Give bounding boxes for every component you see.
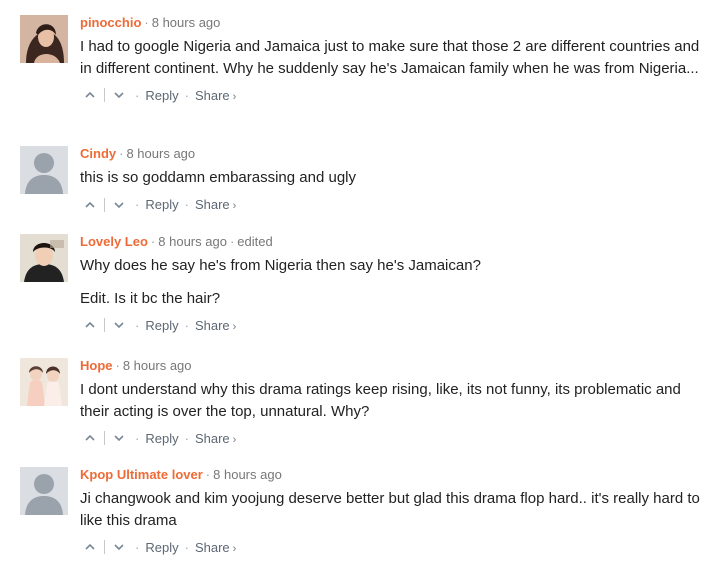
user-photo-icon [20,358,68,406]
action-separator: · [184,197,189,212]
reply-button[interactable]: Reply [145,88,178,103]
share-button[interactable]: Share › [195,540,236,555]
downvote-icon[interactable] [109,541,129,553]
comment-author[interactable]: Kpop Ultimate lover [80,467,203,482]
user-photo-icon [20,234,68,282]
action-separator: · [184,430,189,446]
comment-text: Why does he say he's from Nigeria then s… [80,255,708,309]
action-separator: · [135,87,140,103]
chevron-right-icon: › [232,433,237,446]
downvote-icon[interactable] [109,89,129,101]
action-separator: · [135,539,140,555]
comment-paragraph: Edit. Is it bc the hair? [80,289,221,307]
comment-actions: · Reply · Share › [80,317,708,333]
chevron-right-icon: › [232,200,237,212]
upvote-icon[interactable] [80,89,100,101]
avatar[interactable] [20,146,68,194]
upvote-icon[interactable] [80,199,100,211]
meta-separator: · [115,358,120,373]
default-user-icon [20,146,68,194]
avatar[interactable] [20,358,68,406]
reply-button[interactable]: Reply [145,197,178,212]
meta-separator: · [229,234,235,249]
comment-actions: · Reply · Share › [80,197,708,213]
meta-separator: · [144,15,149,30]
comment-paragraph: Ji changwook and kim yoojung deserve bet… [80,490,700,529]
upvote-icon[interactable] [80,432,100,444]
comment-timestamp[interactable]: 8 hours ago [152,15,221,30]
downvote-icon[interactable] [109,319,129,331]
reply-button[interactable]: Reply [145,540,178,555]
vote-divider [104,431,105,445]
comment-timestamp[interactable]: 8 hours ago [123,358,192,373]
vote-divider [104,540,105,554]
comment-author[interactable]: pinocchio [80,15,141,30]
comment-actions: · Reply · Share › [80,430,708,446]
edited-label: edited [237,234,273,249]
meta-separator: · [205,467,211,482]
action-separator: · [135,197,140,212]
upvote-icon[interactable] [80,541,100,553]
vote-divider [104,318,105,332]
action-separator: · [135,430,140,446]
share-label: Share [194,87,230,103]
vote-divider [104,197,105,212]
action-separator: · [184,87,189,103]
comment-list: pinocchio · 8 hours ago I had to google Ni… [0,0,728,569]
comment-paragraph: I had to google Nigeria and Jamaica just… [80,38,700,77]
meta-separator: · [119,146,124,161]
comment-paragraph: I dont understand why this drama ratings… [80,381,681,420]
share-label: Share [194,539,230,555]
chevron-right-icon: › [232,320,237,333]
user-photo-icon [20,15,68,63]
meta-separator: · [150,234,156,249]
avatar[interactable] [20,234,68,282]
comment-text: this is so goddamn embarassing and ugly [80,167,708,189]
comment-author[interactable]: Cindy [80,146,116,161]
share-button[interactable]: Share › [195,431,236,446]
downvote-icon[interactable] [109,199,129,211]
comment-actions: · Reply · Share › [80,87,708,103]
share-label: Share [194,317,230,333]
reply-button[interactable]: Reply [145,431,178,446]
comment-actions: · Reply · Share › [80,539,708,555]
downvote-icon[interactable] [109,432,129,444]
avatar[interactable] [20,15,68,63]
comment-author[interactable]: Lovely Leo [80,234,148,249]
action-separator: · [135,317,140,333]
comment-timestamp[interactable]: 8 hours ago [126,146,195,161]
comment-timestamp[interactable]: 8 hours ago [213,467,282,482]
chevron-right-icon: › [232,90,237,103]
comment-text: Ji changwook and kim yoojung deserve bet… [80,488,708,531]
reply-button[interactable]: Reply [145,318,178,333]
share-button[interactable]: Share › [195,318,236,333]
action-separator: · [184,539,189,555]
share-label: Share [194,197,230,212]
comment-author[interactable]: Hope [80,358,113,373]
share-button[interactable]: Share › [195,197,236,212]
default-user-icon [20,467,68,515]
share-button[interactable]: Share › [195,88,236,103]
share-label: Share [194,430,230,446]
upvote-icon[interactable] [80,319,100,331]
comment-paragraph: this is so goddamn embarassing and ugly [80,169,356,186]
comment-text: I dont understand why this drama ratings… [80,379,708,422]
comment-paragraph: Why does he say he's from Nigeria then s… [80,257,481,274]
avatar[interactable] [20,467,68,515]
comment-timestamp[interactable]: 8 hours ago [158,234,227,249]
action-separator: · [184,317,189,333]
chevron-right-icon: › [232,542,237,555]
vote-divider [104,88,105,102]
comment-text: I had to google Nigeria and Jamaica just… [80,36,708,79]
